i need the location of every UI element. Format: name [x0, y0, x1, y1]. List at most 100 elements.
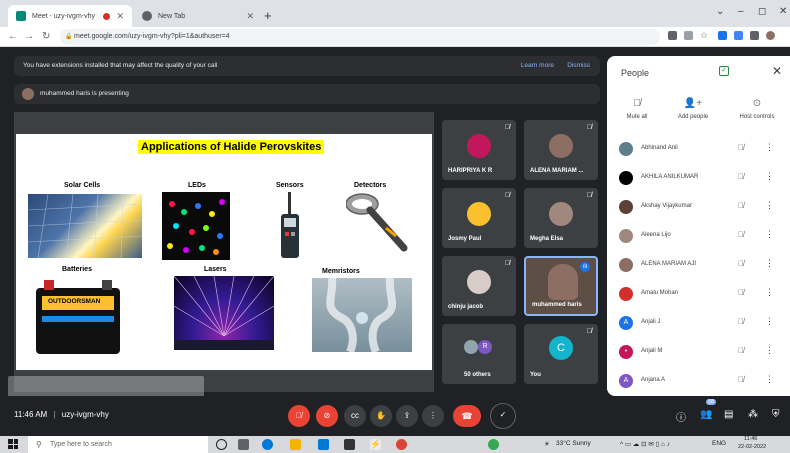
camera-toggle-button[interactable]: ⊘ [316, 405, 338, 427]
weather-text[interactable]: 33°C Sunny [556, 440, 591, 447]
memristors-image [312, 278, 412, 352]
leave-call-button[interactable]: ☎ [453, 405, 481, 427]
close-icon[interactable]: ✕ [116, 11, 124, 22]
star-icon[interactable]: ☆ [700, 31, 709, 40]
learn-more-link[interactable]: Learn more [521, 56, 554, 76]
minimize-icon[interactable]: – [738, 6, 744, 17]
taskbar-date[interactable]: 22-02-2022 [738, 444, 766, 450]
person-row[interactable]: • Anjali M 🎙̸ ⋮ [607, 338, 790, 367]
captions-button[interactable]: cc [344, 405, 366, 427]
checkbox-icon[interactable]: ✓ [719, 66, 729, 76]
more-options-icon[interactable]: ⋮ [765, 200, 774, 211]
chevron-down-icon[interactable]: ⌄ [716, 6, 724, 17]
more-options-icon[interactable]: ⋮ [765, 229, 774, 240]
system-tray-icons[interactable]: ^ ▭ ☁ ⊡ ✉ ▯ ⌂ ♪ [620, 440, 670, 448]
puzzle-icon[interactable] [750, 31, 759, 40]
host-controls-button[interactable]: ⊙ Host controls [727, 98, 787, 120]
mic-off-icon[interactable]: 🎙̸ [738, 317, 744, 326]
dismiss-button[interactable]: Dismiss [567, 56, 590, 76]
more-options-icon[interactable]: ⋮ [765, 374, 774, 385]
more-options-icon[interactable]: ⋮ [765, 142, 774, 153]
slide: Applications of Halide Perovskites Solar… [16, 134, 432, 370]
mic-off-icon[interactable]: 🎙̸ [738, 375, 744, 384]
participant-tile[interactable]: 🎙̸ HARIPRIYA K R [442, 120, 516, 180]
mic-off-icon[interactable]: 🎙̸ [738, 201, 744, 210]
mic-off-icon[interactable]: 🎙̸ [738, 172, 744, 181]
participant-tile[interactable]: 🎙̸ chinju jacob [442, 256, 516, 316]
people-icon[interactable]: 👥 [700, 409, 712, 420]
participant-tile[interactable]: 🎙̸ Josmy Paul [442, 188, 516, 248]
mic-off-icon[interactable]: 🎙̸ [738, 288, 744, 297]
cortana-icon[interactable] [216, 439, 227, 450]
close-icon[interactable]: ✕ [772, 64, 782, 78]
url-field[interactable]: 🔒 meet.google.com/uzy-ivgm-vhy?pli=1&aut… [60, 29, 660, 45]
file-explorer-icon[interactable] [290, 439, 301, 450]
avatar-initial: A [619, 374, 633, 388]
edge-icon[interactable] [262, 439, 273, 450]
check-icon[interactable]: ✓ [490, 403, 516, 429]
chrome-icon[interactable] [396, 439, 407, 450]
language-indicator[interactable]: ENG [712, 440, 726, 447]
camera-icon[interactable] [668, 31, 677, 40]
windows-start-icon[interactable] [8, 439, 18, 449]
mic-off-icon[interactable]: 🎙̸ [738, 143, 744, 152]
raise-hand-button[interactable]: ✋ [370, 405, 392, 427]
mute-all-button[interactable]: 🎙̸ Mute all [607, 98, 667, 120]
person-row[interactable]: A Anjali J 🎙̸ ⋮ [607, 309, 790, 338]
chat-icon[interactable]: ▤ [724, 409, 733, 420]
reload-icon[interactable]: ↻ [42, 31, 50, 42]
weather-icon[interactable]: ☀ [544, 440, 550, 448]
close-window-icon[interactable]: ✕ [779, 6, 787, 17]
info-icon[interactable]: ⓘ [676, 409, 686, 424]
person-row[interactable]: Aleena Lijo 🎙̸ ⋮ [607, 222, 790, 251]
task-view-icon[interactable] [238, 439, 249, 450]
mic-off-icon[interactable]: 🎙̸ [738, 230, 744, 239]
more-options-button[interactable]: ⋮ [422, 405, 444, 427]
more-options-icon[interactable]: ⋮ [765, 345, 774, 356]
extension-icon[interactable] [734, 31, 743, 40]
forward-icon[interactable]: → [24, 31, 34, 42]
person-row[interactable]: AKHILA ANILKUMAR 🎙̸ ⋮ [607, 164, 790, 193]
mic-off-icon[interactable]: 🎙̸ [738, 346, 744, 355]
store-icon[interactable] [344, 439, 355, 450]
others-tile[interactable]: R 50 others [442, 324, 516, 384]
add-people-button[interactable]: 👤+ Add people [663, 98, 723, 120]
back-icon[interactable]: ← [8, 31, 18, 42]
avatar [619, 229, 633, 243]
activities-icon[interactable]: ⁂ [748, 409, 758, 420]
present-button[interactable]: ⇪ [396, 405, 418, 427]
app-icon[interactable]: ⚡ [370, 439, 381, 450]
person-row[interactable]: Abhinand Anil 🎙̸ ⋮ [607, 135, 790, 164]
extension-icon[interactable] [718, 31, 727, 40]
share-icon[interactable] [684, 31, 693, 40]
tab-new-tab[interactable]: New Tab ✕ [134, 5, 262, 27]
person-row[interactable]: ALENA MARIAM AJI 🎙̸ ⋮ [607, 251, 790, 280]
participant-tile-active-speaker[interactable]: ılı muhammed haris [524, 256, 598, 316]
taskbar-search[interactable]: ⚲ Type here to search [28, 436, 208, 453]
more-options-icon[interactable]: ⋮ [765, 258, 774, 269]
lock-icon[interactable]: ⛨ [772, 409, 780, 420]
more-options-icon[interactable]: ⋮ [765, 171, 774, 182]
profile-avatar[interactable] [766, 31, 775, 40]
more-options-icon[interactable]: ⋮ [765, 316, 774, 327]
slide-label-solar: Solar Cells [64, 182, 101, 189]
mail-icon[interactable] [318, 439, 329, 450]
close-icon[interactable]: ✕ [246, 11, 254, 22]
more-options-icon[interactable]: ⋮ [765, 287, 774, 298]
banner-message: You have extensions installed that may a… [23, 62, 218, 69]
self-tile[interactable]: 🎙̸ C You [524, 324, 598, 384]
taskbar-clock[interactable]: 11:46 [744, 436, 757, 442]
participant-tile[interactable]: 🎙̸ Megha Elsa [524, 188, 598, 248]
person-row[interactable]: Akshay Vijaykumar 🎙̸ ⋮ [607, 193, 790, 222]
mic-toggle-button[interactable]: 🎙̸ [288, 405, 310, 427]
person-row[interactable]: Amalu Mohan 🎙̸ ⋮ [607, 280, 790, 309]
mic-off-icon[interactable]: 🎙̸ [738, 259, 744, 268]
avatar [464, 340, 478, 354]
new-tab-button[interactable]: + [264, 8, 272, 23]
person-row[interactable]: A Anjana A 🎙̸ ⋮ [607, 367, 790, 396]
tab-meet[interactable]: Meet - uzy-ivgm-vhy ✕ [8, 5, 132, 27]
participant-tile[interactable]: 🎙̸ ALENA MARIAM ... [524, 120, 598, 180]
participant-name: Megha Elsa [530, 236, 564, 242]
app-icon[interactable] [488, 439, 499, 450]
maximize-icon[interactable]: ◻ [758, 6, 766, 17]
